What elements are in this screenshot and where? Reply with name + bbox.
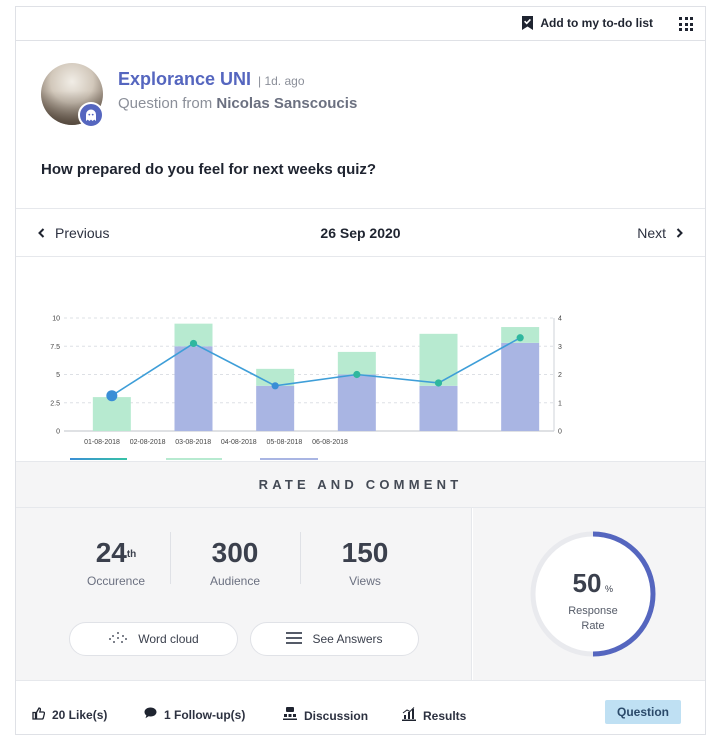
response-rate-gauge: 50 % Response Rate bbox=[530, 531, 656, 657]
bar-recurring bbox=[174, 346, 213, 431]
response-rate-unit: % bbox=[605, 584, 613, 594]
next-label: Next bbox=[637, 225, 666, 241]
point-average-score bbox=[271, 382, 279, 390]
y2-tick-label: 0 bbox=[558, 429, 562, 436]
post-time: | 1d. ago bbox=[258, 74, 305, 88]
x-tick-label: 01-08-2018 bbox=[84, 439, 120, 446]
chevron-right-icon bbox=[676, 225, 683, 241]
top-toolbar: Add to my to-do list bbox=[15, 6, 706, 40]
stat-audience: 300 Audience bbox=[170, 536, 300, 588]
response-rate-label-1: Response bbox=[568, 605, 618, 617]
response-rate-value: 50 bbox=[573, 568, 602, 598]
question-tag-button[interactable]: Question bbox=[605, 700, 681, 724]
add-to-todo-label: Add to my to-do list bbox=[540, 16, 653, 30]
next-button[interactable]: Next bbox=[637, 225, 683, 241]
likes-button[interactable]: 20 Like(s) bbox=[32, 707, 107, 723]
see-answers-button[interactable]: See Answers bbox=[250, 622, 419, 656]
discussion-label: Discussion bbox=[304, 708, 369, 723]
point-average-score bbox=[516, 334, 524, 342]
rate-and-comment-header: RATE AND COMMENT bbox=[16, 461, 705, 508]
legend-swatch bbox=[70, 458, 127, 460]
y2-tick-label: 3 bbox=[558, 344, 562, 351]
y-tick-label: 5 bbox=[56, 372, 60, 379]
chart-svg: 0 2.5 5 7.5 10 0 1 2 3 4 01-08-2018 02-08-2018 03-08… bbox=[50, 316, 562, 460]
see-answers-label: See Answers bbox=[312, 632, 383, 646]
bar-recurring bbox=[501, 342, 540, 431]
point-average-score bbox=[189, 339, 198, 348]
rate-title: RATE AND COMMENT bbox=[258, 477, 463, 492]
y-tick-label: 10 bbox=[52, 316, 60, 323]
respondents-chart: 0 2.5 5 7.5 10 0 1 2 3 4 01-08-2018 02-08-2018 03-08… bbox=[16, 258, 705, 460]
y2-tick-label: 2 bbox=[558, 372, 562, 379]
subtitle-prefix: Question from bbox=[118, 95, 213, 112]
word-cloud-button[interactable]: Word cloud bbox=[69, 622, 238, 656]
y2-tick-label: 4 bbox=[558, 316, 562, 323]
chevron-left-icon bbox=[38, 225, 45, 241]
card-footer: 20 Like(s) 1 Follow-up(s) Discussion Res… bbox=[16, 680, 705, 734]
y-tick-label: 0 bbox=[56, 429, 60, 436]
stat-value: 150 bbox=[341, 537, 389, 568]
x-tick-label: 03-08-2018 bbox=[175, 439, 211, 446]
likes-label: 20 Like(s) bbox=[52, 708, 108, 722]
response-rate-panel: 50 % Response Rate bbox=[473, 508, 705, 680]
question-text: How prepared do you feel for next weeks … bbox=[41, 161, 377, 178]
x-tick-label: 06-08-2018 bbox=[312, 439, 348, 446]
results-button[interactable]: Results bbox=[402, 707, 466, 724]
speech-bubble-icon bbox=[144, 707, 157, 722]
avatar[interactable] bbox=[41, 63, 104, 128]
thumbs-up-icon bbox=[32, 707, 46, 723]
y2-tick-label: 1 bbox=[558, 400, 562, 407]
bookmark-check-icon bbox=[522, 16, 534, 30]
y-tick-label: 7.5 bbox=[50, 344, 60, 351]
y-tick-label: 2.5 bbox=[50, 400, 60, 407]
point-average-score bbox=[106, 390, 118, 402]
grid-dots-icon[interactable] bbox=[679, 17, 693, 31]
bar-new bbox=[92, 397, 131, 431]
date-navigation: Previous 26 Sep 2020 Next bbox=[16, 208, 705, 257]
add-to-todo-button[interactable]: Add to my to-do list bbox=[522, 16, 653, 30]
stat-occurence: 24th Occurence bbox=[51, 536, 181, 588]
previous-label: Previous bbox=[55, 225, 110, 241]
stat-label: Audience bbox=[209, 574, 261, 588]
stat-views: 150 Views bbox=[300, 536, 430, 588]
bar-new bbox=[419, 333, 458, 386]
x-tick-label: 02-08-2018 bbox=[130, 439, 166, 446]
list-lines-icon bbox=[286, 631, 303, 647]
stat-label: Occurence bbox=[86, 574, 146, 588]
point-average-score bbox=[434, 379, 443, 387]
author-name[interactable]: Explorance UNI bbox=[118, 69, 251, 90]
stat-value: 300 bbox=[211, 537, 259, 568]
asker-name[interactable]: Nicolas Sanscoucis bbox=[216, 95, 357, 112]
results-label: Results bbox=[423, 708, 467, 723]
question-card: Explorance UNI | 1d. ago Question from N… bbox=[15, 40, 706, 735]
bar-recurring bbox=[337, 374, 376, 431]
legend-swatch bbox=[166, 458, 222, 460]
followups-label: 1 Follow-up(s) bbox=[164, 707, 246, 722]
point-average-score bbox=[353, 370, 361, 379]
x-tick-label: 04-08-2018 bbox=[221, 439, 257, 446]
bar-recurring bbox=[419, 385, 458, 431]
word-cloud-icon bbox=[108, 631, 128, 648]
bar-chart-icon bbox=[402, 707, 416, 724]
response-rate-label-2: Rate bbox=[581, 620, 604, 632]
word-cloud-label: Word cloud bbox=[138, 632, 199, 646]
bar-recurring bbox=[256, 385, 295, 431]
post-subtitle: Question from Nicolas Sanscoucis bbox=[118, 95, 357, 112]
ghost-icon bbox=[78, 102, 104, 128]
stat-label: Views bbox=[349, 574, 381, 588]
legend-swatch bbox=[260, 458, 318, 460]
stat-value: 24th bbox=[95, 537, 137, 568]
discussion-icon bbox=[283, 707, 297, 724]
previous-button[interactable]: Previous bbox=[38, 225, 109, 241]
current-date: 26 Sep 2020 bbox=[320, 225, 401, 241]
followups-button[interactable]: 1 Follow-up(s) bbox=[144, 707, 245, 722]
discussion-button[interactable]: Discussion bbox=[283, 707, 368, 724]
stats-panel: 24th Occurence 300 Audience 150 Views Wo… bbox=[16, 508, 472, 680]
x-tick-label: 05-08-2018 bbox=[266, 439, 302, 446]
